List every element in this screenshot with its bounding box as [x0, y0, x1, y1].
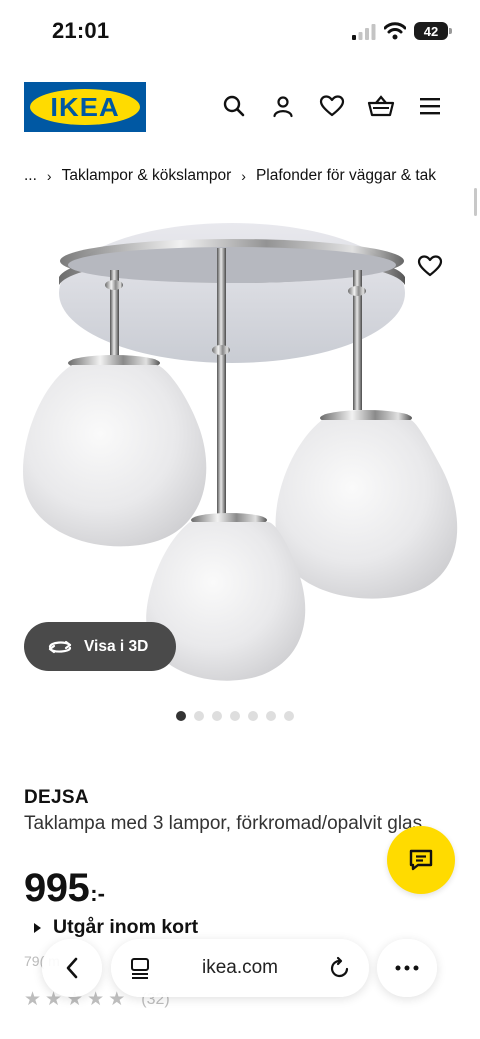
heart-icon[interactable] [318, 92, 346, 120]
gallery-dot[interactable] [194, 711, 204, 721]
breadcrumb-ellipsis[interactable]: ... [24, 167, 37, 185]
gallery-dot[interactable] [248, 711, 258, 721]
status-time: 21:01 [52, 18, 110, 43]
gallery-dot[interactable] [212, 711, 222, 721]
basket-icon[interactable] [367, 92, 395, 120]
menu-icon[interactable] [416, 92, 444, 120]
view-3d-button[interactable]: Visa i 3D [24, 622, 176, 671]
chat-button[interactable] [387, 826, 455, 894]
product-description: Taklampa med 3 lampor, förkromad/opalvit… [24, 813, 423, 834]
gallery-dot[interactable] [176, 711, 186, 721]
browser-address-bar[interactable]: ikea.com [111, 939, 369, 997]
breadcrumb: ... › Taklampor & kökslampor › Plafonder… [24, 165, 480, 187]
profile-icon[interactable] [269, 92, 297, 120]
more-icon [395, 965, 419, 971]
gallery-dot[interactable] [230, 711, 240, 721]
browser-back-button[interactable] [42, 939, 102, 997]
star-icon: ★ [87, 989, 105, 1010]
battery-indicator: 42 [414, 22, 452, 40]
reload-icon[interactable] [329, 956, 351, 980]
gallery-dot[interactable] [266, 711, 276, 721]
wifi-icon [384, 22, 406, 40]
price-integer: 995 [24, 866, 90, 910]
chevron-right-icon: › [241, 168, 246, 184]
gallery-dots [176, 711, 294, 721]
gallery-dot[interactable] [284, 711, 294, 721]
price-suffix: :- [90, 881, 105, 906]
product-name: DEJSA [24, 787, 89, 808]
ikea-logo[interactable]: IKEA [24, 82, 146, 132]
signal-icon [352, 24, 376, 40]
view-3d-label: Visa i 3D [84, 637, 149, 655]
chevron-right-icon: › [46, 168, 52, 184]
star-icon: ★ [24, 989, 42, 1010]
product-price: 995 :- [24, 866, 105, 911]
availability-toggle[interactable]: Utgår inom kort [34, 916, 198, 939]
star-icon: ★ [108, 989, 126, 1010]
chat-icon [409, 849, 433, 871]
page-scrollbar[interactable] [474, 188, 477, 216]
breadcrumb-item-plafonder[interactable]: Plafonder för väggar & tak [256, 167, 436, 185]
caret-right-icon [34, 922, 41, 933]
search-icon[interactable] [220, 92, 248, 120]
back-icon [66, 957, 78, 979]
status-bar: 21:01 42 [0, 0, 480, 62]
site-header: IKEA [0, 70, 480, 146]
favorite-heart-icon[interactable] [416, 252, 444, 280]
rotate-3d-icon [48, 640, 72, 653]
breadcrumb-item-taklampor[interactable]: Taklampor & kökslampor [62, 167, 232, 185]
availability-label: Utgår inom kort [53, 916, 199, 938]
browser-more-button[interactable] [377, 939, 437, 997]
logo-text: IKEA [50, 91, 120, 122]
